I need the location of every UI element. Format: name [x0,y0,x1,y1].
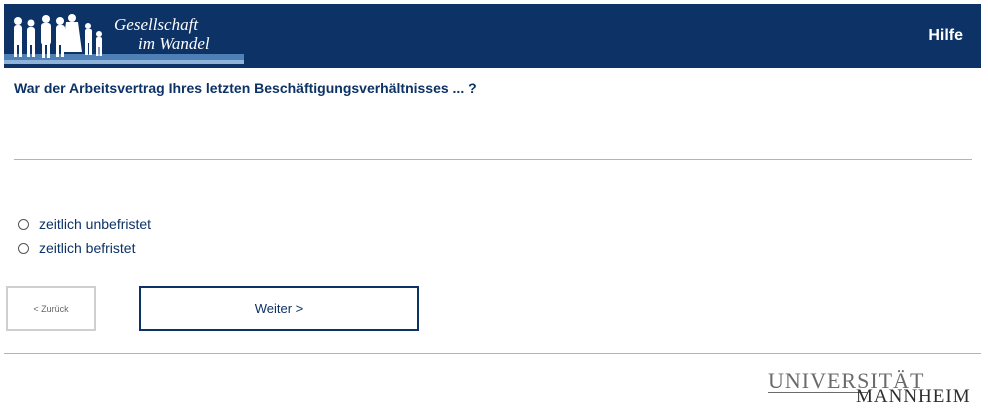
next-button[interactable]: Weiter > [139,286,419,331]
gesellschaft-im-wandel-logo: Gesellschaft im Wandel [4,4,244,68]
header-bar: Gesellschaft im Wandel Hilfe [4,4,981,68]
option-unbefristet[interactable]: zeitlich unbefristet [18,212,151,236]
question-text: War der Arbeitsvertrag Ihres letzten Bes… [14,80,477,96]
divider-bottom [4,353,981,354]
divider-top [14,159,972,160]
university-logo-rule [768,392,868,393]
university-logo-line2: MANNHEIM [856,386,971,407]
option-befristet[interactable]: zeitlich befristet [18,236,151,260]
logo-text-line1: Gesellschaft [114,15,199,34]
logo-text-line2: im Wandel [138,34,210,53]
option-label[interactable]: zeitlich unbefristet [39,216,151,232]
university-mannheim-logo: UNIVERSITÄT MANNHEIM [768,368,971,408]
option-label[interactable]: zeitlich befristet [39,240,135,256]
help-link[interactable]: Hilfe [928,27,963,45]
radio-befristet[interactable] [18,242,29,254]
answer-options: zeitlich unbefristet zeitlich befristet [18,212,151,260]
radio-unbefristet[interactable] [18,218,29,230]
back-button[interactable]: < Zurück [6,286,96,331]
